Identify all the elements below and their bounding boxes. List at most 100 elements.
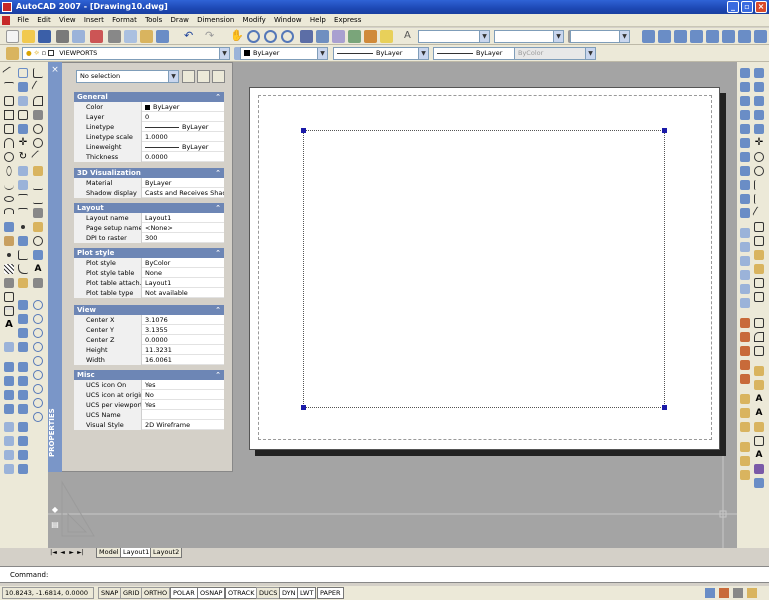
zoom-realtime-icon[interactable]: [33, 300, 43, 310]
property-row[interactable]: Color ByLayer: [74, 102, 224, 112]
render-materials-icon[interactable]: [740, 270, 750, 280]
chamfer-icon[interactable]: [18, 250, 28, 260]
render-scenes-icon[interactable]: [740, 256, 750, 266]
ucs-z-axis-icon[interactable]: [754, 222, 764, 232]
coordinate-readout[interactable]: 10.8243, -1.6814, 0.0000: [2, 587, 94, 599]
ucs-y-icon[interactable]: [754, 264, 764, 274]
redo-icon[interactable]: ↷: [205, 30, 218, 43]
cut-icon[interactable]: [108, 30, 121, 43]
layout-icon[interactable]: [18, 300, 28, 310]
ucs-icon-1[interactable]: [642, 30, 655, 43]
revision-cloud-icon[interactable]: [6, 166, 12, 176]
dim-radius-icon[interactable]: [33, 124, 43, 134]
explode-icon[interactable]: [18, 278, 28, 288]
dim-continue-icon[interactable]: [33, 194, 43, 204]
mtext-icon[interactable]: A: [754, 394, 764, 404]
property-value[interactable]: None: [143, 268, 224, 278]
ucs-icon-3[interactable]: [674, 30, 687, 43]
property-value[interactable]: No: [143, 390, 224, 400]
fillet-icon[interactable]: [18, 264, 28, 274]
zoom-dynamic-icon[interactable]: [33, 314, 43, 324]
ucs-view-icon[interactable]: [754, 194, 764, 204]
lights-icon[interactable]: [18, 404, 28, 414]
ucs-world-icon[interactable]: [754, 152, 764, 162]
section-header[interactable]: View ⌃: [74, 305, 224, 315]
restore-button[interactable]: ▫: [741, 1, 753, 13]
polygon-icon[interactable]: [4, 110, 14, 120]
dim-linear-icon[interactable]: [33, 68, 43, 78]
mirror-icon[interactable]: [18, 96, 28, 106]
ucs-origin-icon[interactable]: [752, 206, 766, 220]
property-row[interactable]: DPI to raster 300: [74, 233, 224, 243]
subtract-icon[interactable]: [754, 380, 764, 390]
property-row[interactable]: UCS per viewport Yes: [74, 400, 224, 410]
snap-toggle[interactable]: SNAP: [98, 587, 122, 599]
render-fog-icon[interactable]: [740, 298, 750, 308]
undo-icon[interactable]: ↶: [184, 30, 197, 43]
layer-manager-icon[interactable]: [6, 47, 19, 60]
viewport-grip[interactable]: [301, 405, 306, 410]
image-icon[interactable]: [4, 376, 14, 386]
solid-sphere-icon[interactable]: [4, 436, 14, 446]
dim-style-select[interactable]: ▼: [494, 30, 564, 43]
scale-icon[interactable]: [18, 166, 28, 176]
paper-toggle[interactable]: PAPER: [317, 587, 344, 599]
revolve-icon[interactable]: [754, 346, 764, 356]
menu-edit[interactable]: Edit: [34, 14, 54, 27]
camera-icon[interactable]: [18, 422, 28, 432]
comm-center-icon[interactable]: [705, 588, 715, 598]
pan-realtime-icon[interactable]: ✛: [754, 138, 764, 148]
view-bottom-icon[interactable]: [740, 82, 750, 92]
text-icon[interactable]: A: [4, 320, 14, 330]
area-icon[interactable]: [740, 470, 750, 480]
menu-format[interactable]: Format: [109, 14, 140, 27]
menu-draw[interactable]: Draw: [168, 14, 192, 27]
properties-icon[interactable]: [300, 30, 313, 43]
ducs-toggle[interactable]: DUCS: [256, 587, 281, 599]
section-header[interactable]: Plot style ⌃: [74, 248, 224, 258]
solid-edit-icon[interactable]: [754, 318, 764, 328]
property-value[interactable]: <None>: [143, 223, 224, 233]
property-row[interactable]: Shadow display Casts and Receives Shad...: [74, 188, 224, 198]
ucs-object-icon[interactable]: [754, 166, 764, 176]
line-icon[interactable]: [2, 66, 16, 80]
command-line[interactable]: Command:: [0, 566, 769, 583]
offset-icon[interactable]: [18, 110, 28, 120]
properties-title-strip[interactable]: × PROPERTIES ◆ ▤: [48, 62, 62, 529]
dim-arc-icon[interactable]: [33, 96, 43, 106]
zoom-previous-icon[interactable]: [281, 30, 294, 43]
make-block-icon[interactable]: [4, 236, 14, 246]
property-value[interactable]: ByColor: [143, 258, 224, 268]
view-nw-iso-icon[interactable]: [740, 194, 750, 204]
section-header[interactable]: General ⌃: [74, 92, 224, 102]
plot-preview-icon[interactable]: [72, 30, 85, 43]
render-lights-icon[interactable]: [740, 242, 750, 252]
collapse-icon[interactable]: ⌃: [215, 305, 221, 315]
region-icon[interactable]: [4, 292, 14, 302]
section-header[interactable]: 3D Visualization ⌃: [74, 168, 224, 178]
sheet-set-icon[interactable]: [348, 30, 361, 43]
center-mark-icon[interactable]: [33, 236, 43, 246]
ucs-icon-8[interactable]: [754, 30, 767, 43]
open-icon[interactable]: [22, 30, 35, 43]
design-center-icon[interactable]: [316, 30, 329, 43]
dim-ordinate-icon[interactable]: [33, 110, 43, 120]
ucs-x-icon[interactable]: [754, 250, 764, 260]
otrack-toggle[interactable]: OTRACK: [225, 587, 258, 599]
property-value[interactable]: Casts and Receives Shad...: [143, 188, 224, 198]
property-value[interactable]: Yes: [143, 380, 224, 390]
union-icon[interactable]: [754, 366, 764, 376]
solid-cylinder-icon[interactable]: [4, 450, 14, 460]
quick-select-icon[interactable]: [212, 70, 225, 83]
ellipse-arc-icon[interactable]: [4, 208, 14, 214]
orbit-icon[interactable]: [18, 464, 28, 474]
construction-line-icon[interactable]: [4, 82, 14, 92]
view-front-icon[interactable]: [740, 124, 750, 134]
view-camera-icon[interactable]: [740, 208, 750, 218]
property-value[interactable]: 3.1355: [143, 325, 224, 335]
arc-icon[interactable]: [4, 138, 14, 148]
zoom-icon[interactable]: [247, 30, 260, 43]
dyn-toggle[interactable]: DYN: [279, 587, 299, 599]
find-icon[interactable]: [754, 436, 764, 446]
view-sw-iso-icon[interactable]: [740, 152, 750, 162]
